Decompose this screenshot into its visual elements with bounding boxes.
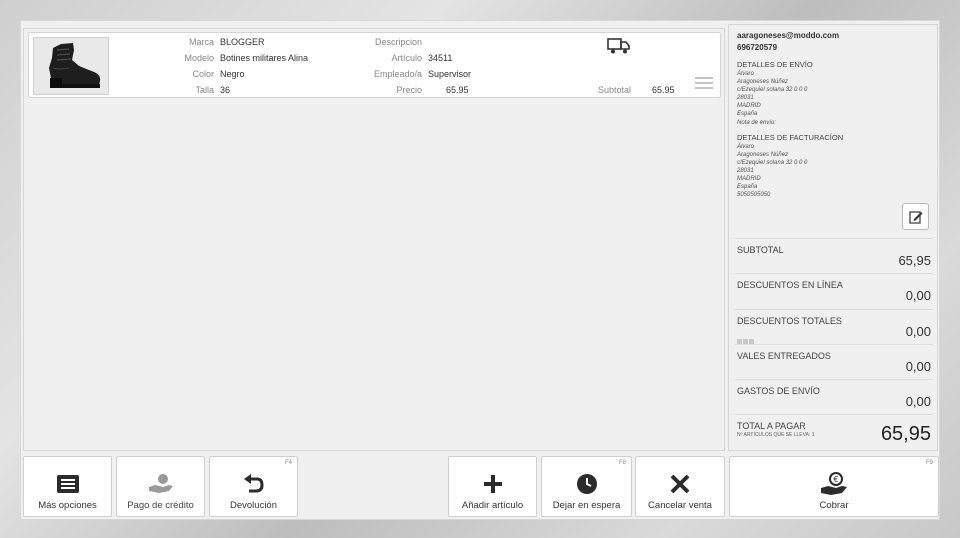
talla-value: 36	[220, 85, 231, 95]
marca-label: Marca	[188, 37, 214, 47]
customer-details: aaragoneses@moddo.com 696720579 DETALLES…	[737, 30, 933, 199]
hold-button[interactable]: F8 Dejar en espera	[541, 456, 632, 517]
total-discounts-row[interactable]: DESCUENTOS TOTALES 0,00	[735, 309, 933, 344]
shipping-cost-row: GASTOS DE ENVÍO 0,00	[735, 379, 933, 414]
subtotal-title: SUBTOTAL	[737, 245, 784, 255]
marca-value: BLOGGER	[220, 37, 265, 47]
hold-shortcut: F8	[618, 460, 626, 466]
add-item-label: Añadir artículo	[461, 500, 524, 511]
edit-icon	[908, 210, 922, 224]
cancel-sale-label: Cancelar venta	[648, 500, 712, 511]
shipping-cost-title: GASTOS DE ENVÍO	[737, 386, 820, 396]
billing-line: c/Ezequiel solana 32 0 0 0	[737, 159, 808, 166]
pos-window: Marca BLOGGER Modelo Botines militares A…	[20, 20, 940, 520]
empleado-label: Empleado/a	[373, 69, 422, 79]
subtotal-value: 65.95	[652, 85, 675, 95]
customer-phone: 696720579	[737, 43, 778, 52]
return-button[interactable]: F4 Devolución	[209, 456, 298, 517]
billing-line: MADRID	[737, 176, 761, 183]
modelo-value: Botines militares Alina	[220, 53, 309, 63]
subtotal-label: Subtotal	[597, 85, 631, 95]
shipping-title: DETALLES DE ENVÍO	[737, 60, 813, 69]
grand-total-amount: 65,95	[880, 423, 931, 445]
shipping-line: Aragoneses Núñez	[737, 79, 789, 86]
billing-line: España	[737, 184, 758, 191]
articulo-label: Artículo	[391, 53, 422, 63]
vouchers-row: VALES ENTREGADOS 0,00	[735, 344, 933, 379]
shipping-address: Álvaro Aragoneses Núñez c/Ezequiel solan…	[737, 70, 933, 127]
precio-label: Precio	[396, 85, 422, 95]
hand-coin-icon	[148, 474, 173, 493]
credit-payment-label: Pago de crédito	[127, 500, 194, 511]
customer-totals-panel: aaragoneses@moddo.com 696720579 DETALLES…	[728, 24, 938, 451]
shipping-line: MADRID	[737, 103, 761, 110]
svg-text:€: €	[833, 475, 838, 484]
close-icon	[670, 474, 690, 494]
grand-total-title: TOTAL A PAGAR	[737, 421, 806, 431]
line-discounts-title: DESCUENTOS EN LÍNEA	[737, 280, 843, 290]
items-count: Nº ARTÍCULOS QUE SE LLEVA: 1	[737, 432, 815, 438]
billing-address: Álvaro Aragoneses Núñez c/Ezequiel solan…	[737, 143, 933, 200]
vouchers-title: VALES ENTREGADOS	[737, 351, 831, 361]
billing-line: Álvaro	[737, 143, 755, 150]
articulo-value: 34511	[428, 53, 453, 63]
list-icon	[56, 475, 79, 493]
total-discounts-title: DESCUENTOS TOTALES	[737, 316, 842, 326]
color-value: Negro	[220, 69, 245, 79]
vouchers-amount: 0,00	[905, 359, 931, 374]
subtotal-row: SUBTOTAL 65,95	[735, 238, 933, 273]
customer-email: aaragoneses@moddo.com	[737, 31, 840, 40]
cancel-sale-button[interactable]: Cancelar venta	[635, 456, 725, 517]
charge-label: Cobrar	[819, 500, 849, 511]
shipping-note: Nota de envío:	[737, 119, 777, 126]
precio-value: 65.95	[446, 85, 469, 95]
talla-label: Talla	[195, 85, 214, 95]
return-shortcut: F4	[284, 460, 292, 466]
add-item-button[interactable]: Añadir artículo	[448, 456, 537, 517]
edit-customer-button[interactable]	[902, 203, 929, 230]
shipping-line: c/Ezequiel solana 32 0 0 0	[737, 87, 808, 94]
product-image	[33, 37, 109, 95]
credit-payment-button[interactable]: Pago de crédito	[116, 456, 205, 517]
cart-line-item[interactable]: Marca BLOGGER Modelo Botines militares A…	[28, 32, 721, 98]
billing-line: 28031	[737, 167, 754, 174]
more-options-button[interactable]: Más opciones	[23, 456, 112, 517]
truck-icon[interactable]	[607, 36, 631, 61]
total-discounts-amount: 0,00	[905, 324, 931, 339]
more-options-label: Más opciones	[38, 500, 97, 511]
color-label: Color	[192, 69, 214, 79]
charge-shortcut: F9	[925, 460, 933, 466]
shipping-line: Álvaro	[737, 71, 755, 77]
shipping-cost-amount: 0,00	[905, 394, 931, 409]
return-label: Devolución	[230, 500, 277, 511]
charge-button[interactable]: F9 € Cobrar	[729, 456, 939, 517]
line-discounts-row: DESCUENTOS EN LÍNEA 0,00	[735, 273, 933, 308]
descripcion-label: Descripcion	[374, 37, 422, 47]
billing-phone: 5050505050	[737, 192, 771, 199]
line-discounts-amount: 0,00	[905, 288, 931, 303]
hand-coin-icon: €	[821, 472, 847, 495]
billing-line: Aragoneses Núñez	[737, 151, 789, 158]
shipping-line: España	[737, 111, 758, 118]
cart-panel: Marca BLOGGER Modelo Botines militares A…	[23, 28, 725, 451]
subtotal-amount: 65,95	[898, 253, 931, 268]
billing-title: DETALLES DE FACTURACÍON	[737, 132, 844, 142]
grand-total-row: TOTAL A PAGAR Nº ARTÍCULOS QUE SE LLEVA:…	[735, 414, 933, 449]
shipping-line: 28031	[737, 95, 754, 102]
modelo-label: Modelo	[184, 53, 214, 63]
clock-icon	[576, 474, 597, 494]
plus-icon	[483, 475, 502, 493]
empleado-value: Supervisor	[428, 69, 472, 79]
undo-icon	[243, 474, 264, 493]
hold-label: Dejar en espera	[552, 500, 621, 511]
drag-handle-icon[interactable]	[695, 77, 713, 92]
